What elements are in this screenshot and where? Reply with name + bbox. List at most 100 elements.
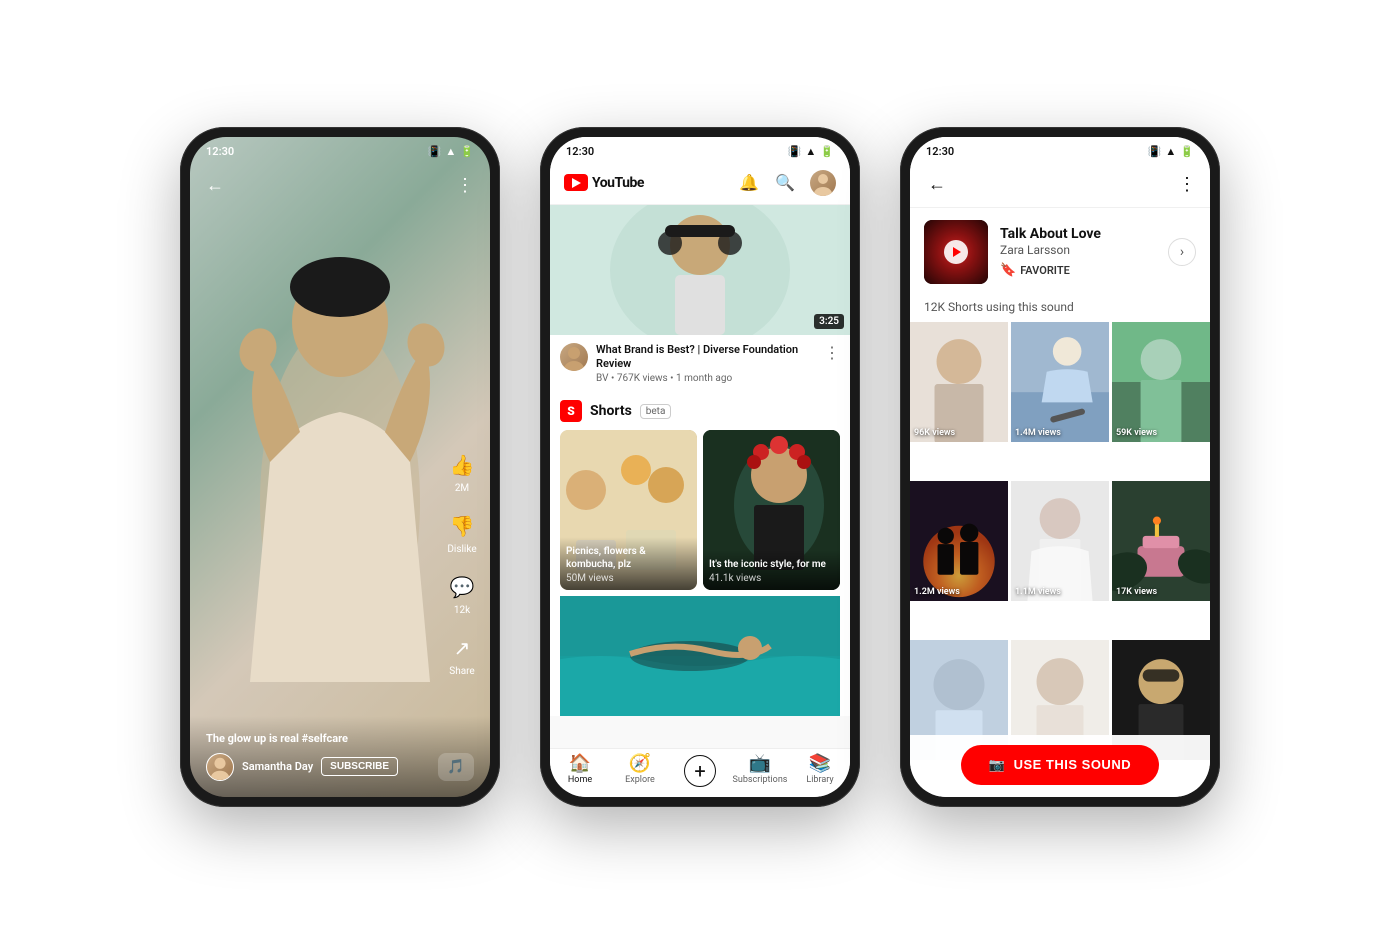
video-cell-4[interactable]: 1.2M views — [910, 481, 1008, 601]
video-info: What Brand is Best? | Diverse Foundation… — [550, 335, 850, 393]
shorts-section-title: Shorts — [590, 403, 632, 419]
short-1-views: 50M views — [566, 573, 691, 584]
short-1-overlay: Picnics, flowers & kombucha, plz 50M vie… — [560, 537, 697, 590]
shorts-author-row: Samantha Day SUBSCRIBE 🎵 — [206, 753, 474, 781]
like-action[interactable]: 👍 2M — [446, 449, 478, 494]
video-views-3: 59K views — [1116, 428, 1157, 438]
channel-avatar — [560, 343, 588, 371]
short-2-views: 41.1k views — [709, 573, 834, 584]
video-cell-5[interactable]: 1.1M views — [1011, 481, 1109, 601]
nav-library-label: Library — [806, 775, 833, 785]
status-time-2: 12:30 — [566, 145, 594, 158]
comment-count: 12k — [454, 605, 470, 616]
video-views-2: 1.4M views — [1015, 428, 1061, 438]
video-views-4: 1.2M views — [914, 587, 960, 597]
shorts-count: 12K Shorts using this sound — [910, 296, 1210, 322]
short-2-overlay: It's the iconic style, for me 41.1k view… — [703, 550, 840, 590]
shorts-header: ← ⋮ — [190, 167, 490, 204]
swim-thumbnail[interactable] — [560, 596, 840, 716]
favorite-label: FAVORITE — [1020, 264, 1070, 277]
shorts-video-grid: 96K views 1.4M views — [910, 322, 1210, 797]
video-card[interactable]: 3:25 What Brand is Best? | Diverse Found… — [550, 205, 850, 393]
youtube-logo: YouTube — [564, 174, 644, 191]
nav-home-label: Home — [568, 775, 592, 785]
like-count: 2M — [455, 483, 469, 494]
person-figure-svg — [230, 202, 450, 762]
dislike-label: Dislike — [447, 544, 476, 555]
shorts-actions: 👍 2M 👎 Dislike 💬 12k ↗ Share — [446, 449, 478, 677]
shorts-video-figure — [190, 167, 490, 797]
status-bar-2: 12:30 📳 ▲ 🔋 — [550, 137, 850, 162]
video-cell-3[interactable]: 59K views — [1112, 322, 1210, 442]
sound-card: Talk About Love Zara Larsson 🔖 FAVORITE … — [910, 208, 1210, 296]
back-button[interactable]: ← — [206, 175, 224, 196]
header-icons: 🔔 🔍 — [738, 170, 836, 196]
short-card-2[interactable]: It's the iconic style, for me 41.1k view… — [703, 430, 840, 590]
favorite-row[interactable]: 🔖 FAVORITE — [1000, 263, 1156, 278]
video-cell-1[interactable]: 96K views — [910, 322, 1008, 442]
status-icons-2: 📳 ▲ 🔋 — [788, 145, 834, 158]
share-action[interactable]: ↗ Share — [446, 632, 478, 677]
video-views-5: 1.1M views — [1015, 587, 1061, 597]
use-sound-label: USE THIS SOUND — [1014, 757, 1132, 772]
youtube-logo-icon — [564, 174, 588, 191]
dislike-icon: 👎 — [446, 510, 478, 542]
video-views-6: 17K views — [1116, 587, 1157, 597]
shorts-beta-badge: beta — [640, 404, 672, 419]
author-name: Samantha Day — [242, 760, 313, 773]
more-button[interactable]: ⋮ — [456, 175, 474, 196]
status-bar-3: 12:30 📳 ▲ 🔋 — [910, 137, 1210, 162]
short-card-1[interactable]: Picnics, flowers & kombucha, plz 50M vie… — [560, 430, 697, 590]
shorts-section: S Shorts beta — [550, 392, 850, 716]
video-title: What Brand is Best? | Diverse Foundation… — [596, 343, 816, 372]
video-meta: What Brand is Best? | Diverse Foundation… — [596, 343, 816, 385]
nav-subscriptions[interactable]: 📺 Subscriptions — [730, 755, 790, 787]
more-button-3[interactable]: ⋮ — [1178, 174, 1196, 195]
notifications-icon[interactable]: 🔔 — [738, 172, 760, 194]
status-bar: 12:30 📳 ▲ 🔋 — [190, 137, 490, 162]
subscribe-button[interactable]: SUBSCRIBE — [321, 757, 398, 776]
shorts-bottom-overlay: The glow up is real #selfcare Samantha D… — [190, 716, 490, 797]
chevron-right-button[interactable]: › — [1168, 238, 1196, 266]
video-thumbnail: 3:25 — [550, 205, 850, 335]
share-icon: ↗ — [446, 632, 478, 664]
shorts-section-header: S Shorts beta — [560, 400, 840, 422]
yt-content: 3:25 What Brand is Best? | Diverse Found… — [550, 205, 850, 797]
comment-action[interactable]: 💬 12k — [446, 571, 478, 616]
like-icon: 👍 — [446, 449, 478, 481]
song-title: Talk About Love — [1000, 226, 1156, 242]
nav-create[interactable]: + — [670, 755, 730, 787]
nav-home[interactable]: 🏠 Home — [550, 755, 610, 787]
user-avatar[interactable] — [810, 170, 836, 196]
create-button[interactable]: + — [684, 755, 716, 787]
shorts-caption: The glow up is real #selfcare — [206, 732, 474, 745]
phone-3: 12:30 📳 ▲ 🔋 ← ⋮ Talk About Love Zara Lar… — [900, 127, 1220, 807]
sound-thumbnail — [924, 220, 988, 284]
sound-thumb-bg — [924, 220, 988, 284]
video-cell-6[interactable]: 17K views — [1112, 481, 1210, 601]
status-time: 12:30 — [206, 145, 234, 158]
use-sound-bar: 📷 USE THIS SOUND — [910, 735, 1210, 797]
status-icons: 📳 ▲ 🔋 — [428, 145, 474, 158]
search-icon[interactable]: 🔍 — [774, 172, 796, 194]
camera-icon: 📷 — [989, 757, 1006, 773]
phone-1: 12:30 📳 ▲ 🔋 ← ⋮ 👍 2M 👎 Dislike 💬 — [180, 127, 500, 807]
short-2-caption: It's the iconic style, for me — [709, 558, 834, 571]
use-sound-button[interactable]: 📷 USE THIS SOUND — [961, 745, 1159, 785]
dislike-action[interactable]: 👎 Dislike — [446, 510, 478, 555]
nav-explore-label: Explore — [625, 775, 655, 785]
status-icons-3: 📳 ▲ 🔋 — [1148, 145, 1194, 158]
music-button[interactable]: 🎵 — [438, 753, 474, 781]
nav-explore[interactable]: 🧭 Explore — [610, 755, 670, 787]
back-button-3[interactable]: ← — [924, 170, 950, 199]
video-more-icon[interactable]: ⋮ — [824, 343, 840, 362]
nav-library[interactable]: 📚 Library — [790, 755, 850, 787]
comment-icon: 💬 — [446, 571, 478, 603]
video-cell-2[interactable]: 1.4M views — [1011, 322, 1109, 442]
sound-page-header: ← ⋮ — [910, 162, 1210, 208]
sound-info: Talk About Love Zara Larsson 🔖 FAVORITE — [1000, 226, 1156, 278]
library-icon: 📚 — [809, 755, 831, 773]
bottom-nav: 🏠 Home 🧭 Explore + 📺 Subscriptions 📚 Lib… — [550, 748, 850, 797]
video-views-1: 96K views — [914, 428, 955, 438]
status-time-3: 12:30 — [926, 145, 954, 158]
